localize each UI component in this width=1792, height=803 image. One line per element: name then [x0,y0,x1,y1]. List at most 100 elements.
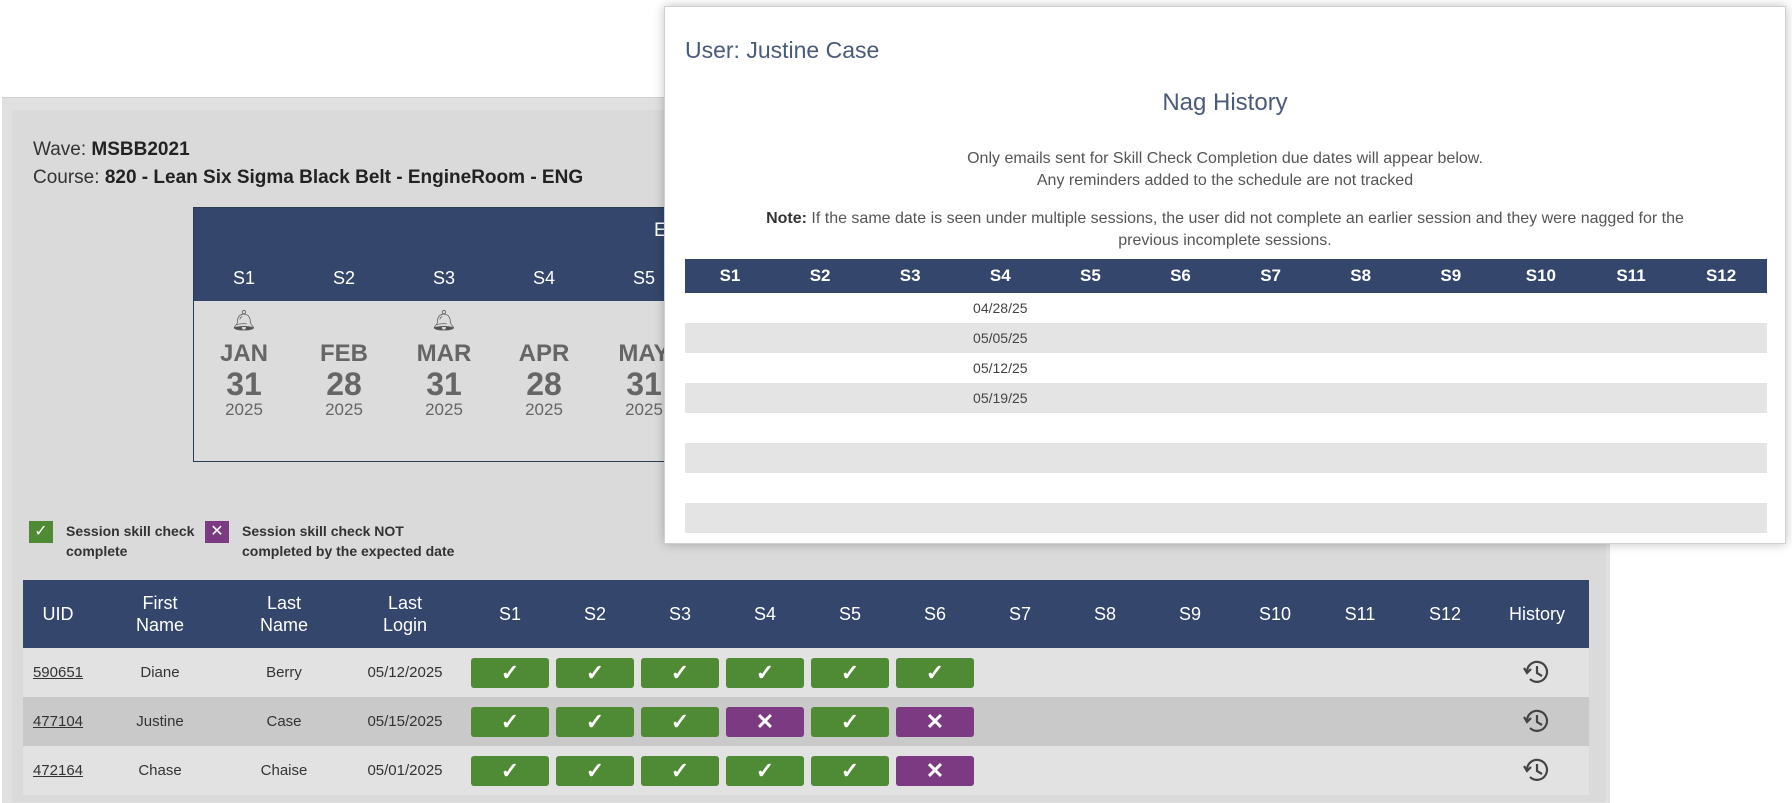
nag-row [685,443,1767,473]
modal-note-2: Any reminders added to the schedule are … [1036,172,1414,189]
uid-cell: 590651 [18,648,98,697]
session-label: S3 [432,268,456,288]
last-login-cell: 05/01/2025 [350,746,460,795]
column-header: S10 [1258,604,1292,624]
check-icon: ✓ [726,756,804,786]
column-header: S12 [1428,604,1462,624]
column-header: Last Name [259,593,308,635]
last-login: 05/01/2025 [367,762,443,779]
check-icon: ✓ [471,707,549,737]
nag-column-header: S9 [1440,266,1462,285]
bell-icon[interactable]: 🔔︎ [194,308,294,333]
wave-value: MSBB2021 [91,139,190,160]
check-icon: ✓ [641,756,719,786]
history-icon[interactable] [1521,656,1553,688]
check-icon: ✓ [556,707,634,737]
history-icon[interactable] [1521,705,1553,737]
check-icon: ✓ [811,756,889,786]
nag-history-table: S1 S2 S3 S4 S5 S6 S7 S8 S9 S10 S11 S12 04/28/25 05/0… [685,259,1767,533]
bell-icon[interactable]: 🔔︎ [394,308,494,333]
nag-column-header: S12 [1705,266,1737,285]
column-header: S11 [1344,604,1376,624]
legend-complete: Session skill check complete [66,523,195,559]
nag-date: 05/12/25 [973,360,1028,376]
check-icon: ✓ [811,658,889,688]
course-label: Course: [33,167,100,188]
first-name-cell: Diane [110,648,210,697]
table-row: 590651 Diane Berry 05/12/2025 ✓ ✓ ✓ ✓ ✓ ✓ [23,648,1589,697]
last-name: Chaise [260,762,308,779]
note-label: Note: [766,210,807,227]
column-header: S4 [753,604,777,624]
nag-column-header: S2 [809,266,831,285]
modal-note-4: previous incomplete sessions. [1118,232,1332,249]
nag-column-header: S6 [1170,266,1191,285]
column-header: S5 [838,604,862,624]
column-header: History [1508,604,1565,624]
column-header: S2 [583,604,607,624]
nag-date: 05/19/25 [973,390,1028,406]
session-calendar: E S1 🔔︎ JAN 31 2025 S2 FEB 28 2025 S3 🔔︎… [193,207,695,462]
column-header: Last Login [382,593,428,635]
uid-link[interactable]: 590651 [33,664,83,681]
first-name: Justine [136,713,184,730]
column-header: First Name [135,593,184,635]
nag-table-header: S1 S2 S3 S4 S5 S6 S7 S8 S9 S10 S11 S12 [685,259,1767,293]
check-icon: ✓ [896,658,974,688]
nag-row [685,413,1767,443]
session-year: 2025 [425,400,463,419]
session-day: 31 [226,366,262,402]
modal-note-1: Only emails sent for Skill Check Complet… [967,150,1483,167]
column-header: S7 [1008,604,1032,624]
check-icon: ✓ [556,658,634,688]
nag-row: 04/28/25 [685,293,1767,323]
session-year: 2025 [225,400,263,419]
nag-column-header: S10 [1525,266,1557,285]
session-day: 28 [526,366,562,402]
last-name-cell: Chaise [234,746,334,795]
first-name: Diane [140,664,180,681]
learner-table: UID First Name Last Name Last Login S1 S2 S3 S4… [23,580,1589,795]
uid-link[interactable]: 477104 [33,713,83,730]
last-login: 05/15/2025 [367,713,443,730]
first-name: Chase [138,762,182,779]
column-header: S8 [1093,604,1117,624]
modal-user: User: Justine Case [685,37,880,63]
nag-row: 05/12/25 [685,353,1767,383]
uid-link[interactable]: 472164 [33,762,83,779]
x-icon: ✕ [205,521,229,543]
note-text: If the same date is seen under multiple … [811,210,1684,227]
nag-date: 05/05/25 [973,330,1028,346]
nag-column-header: S1 [719,266,741,285]
session-month: JAN [219,340,268,367]
column-header: S9 [1178,604,1202,624]
course-value: 820 - Lean Six Sigma Black Belt - Engine… [104,167,584,188]
x-icon: ✕ [896,707,974,737]
uid-cell: 477104 [18,697,98,746]
session-label: S2 [332,268,356,288]
nag-history-modal: User: Justine Case Nag History Only emai… [664,6,1786,544]
modal-note-3: Note: If the same date is seen under mul… [665,208,1785,230]
first-name-cell: Chase [110,746,210,795]
check-icon: ✓ [29,521,53,543]
session-month: APR [518,340,570,367]
wave-label: Wave: [33,139,87,160]
session-label: S4 [532,268,556,288]
last-name-cell: Berry [234,648,334,697]
nag-column-header: S11 [1616,266,1646,285]
check-icon: ✓ [811,707,889,737]
session-month: FEB [320,340,368,367]
check-icon: ✓ [471,658,549,688]
last-name-cell: Case [234,697,334,746]
session-year: 2025 [325,400,363,419]
nag-row: 05/05/25 [685,323,1767,353]
nag-row [685,473,1767,503]
table-row: 472164 Chase Chaise 05/01/2025 ✓ ✓ ✓ ✓ ✓ ✕ [23,746,1589,795]
session-day: 28 [326,366,362,402]
first-name-cell: Justine [110,697,210,746]
history-icon[interactable] [1521,754,1553,786]
check-icon: ✓ [471,756,549,786]
nag-date: 04/28/25 [973,300,1028,316]
nag-column-header: S7 [1260,266,1281,285]
session-month: MAR [416,340,472,367]
